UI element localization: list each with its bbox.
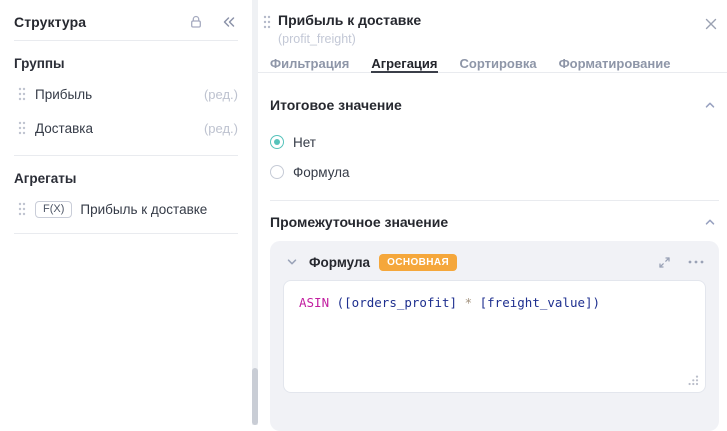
field-settings-panel: Прибыль к доставке (profit_freight) Филь… [258,0,727,425]
chevron-up-icon[interactable] [701,213,719,231]
total-value-title: Итоговое значение [270,97,402,113]
formula-card-header: Формула ОСНОВНАЯ [270,241,719,280]
radio-label: Формула [293,165,350,180]
resize-handle-icon[interactable] [688,375,699,386]
formula-fx-badge: F(X) [35,201,72,218]
sidebar-divider [14,233,238,234]
formula-code-editor[interactable]: ASIN ([orders_profit] * [freight_value]) [283,280,706,393]
code-operator: * [465,295,473,310]
sidebar-item-aggregate[interactable]: F(X) Прибыль к доставке [0,192,252,226]
panel-title: Прибыль к доставке [278,11,421,29]
group-item-label: Доставка [35,121,93,136]
tab-sorting[interactable]: Сортировка [460,54,537,73]
drag-handle-icon[interactable] [263,15,271,29]
radio-selected-icon[interactable] [270,135,284,149]
total-value-options: Нет Формула [270,127,719,187]
intermediate-value-title: Промежуточное значение [270,214,448,230]
more-options-icon[interactable] [687,253,705,271]
formula-card-title: Формула [309,255,370,270]
radio-option-formula[interactable]: Формула [270,157,719,187]
tab-formatting[interactable]: Форматирование [559,54,671,73]
settings-tabs: Фильтрация Агрегация Сортировка Форматир… [258,54,727,73]
group-item-label: Прибыль [35,87,92,102]
radio-unselected-icon[interactable] [270,165,284,179]
code-fragment: ([orders_profit] [329,295,464,310]
group-edit-link[interactable]: (ред.) [204,121,238,136]
sidebar-item-pribyl[interactable]: Прибыль (ред.) [0,77,252,111]
total-value-section-header: Итоговое значение [270,96,719,114]
group-edit-link[interactable]: (ред.) [204,87,238,102]
formula-code[interactable]: ASIN ([orders_profit] * [freight_value]) [284,281,705,324]
tab-aggregation[interactable]: Агрегация [371,54,437,73]
sidebar-item-dostavka[interactable]: Доставка (ред.) [0,111,252,145]
sidebar-divider [14,155,238,156]
panel-content: Итоговое значение Нет Формула [258,73,727,431]
chevron-up-icon[interactable] [701,96,719,114]
panel-header: Прибыль к доставке (profit_freight) [258,0,727,47]
code-keyword: ASIN [299,295,329,310]
radio-label: Нет [293,135,316,150]
close-icon[interactable] [702,15,720,33]
sidebar-header: Структура [0,0,252,31]
radio-option-net[interactable]: Нет [270,127,719,157]
app-root: Структура Группы [0,0,727,425]
code-fragment: [freight_value]) [472,295,600,310]
aggregates-section-label: Агрегаты [14,171,238,186]
lock-icon[interactable] [187,13,205,31]
tab-filtration[interactable]: Фильтрация [270,54,349,73]
section-divider [270,200,719,201]
sidebar-divider [14,40,238,41]
main-formula-badge: ОСНОВНАЯ [379,254,457,271]
drag-handle-icon[interactable] [18,202,26,216]
intermediate-value-section-header: Промежуточное значение [270,213,719,231]
panel-field-id: (profit_freight) [278,31,421,47]
drag-handle-icon[interactable] [18,121,26,135]
aggregate-item-label: Прибыль к доставке [80,202,207,217]
expand-icon[interactable] [655,253,673,271]
groups-section-label: Группы [14,56,238,71]
drag-handle-icon[interactable] [18,87,26,101]
chevron-down-icon[interactable] [283,253,301,271]
sidebar-title: Структура [14,14,86,30]
structure-sidebar: Структура Группы [0,0,252,425]
collapse-sidebar-icon[interactable] [220,13,238,31]
formula-card: Формула ОСНОВНАЯ [270,241,719,431]
